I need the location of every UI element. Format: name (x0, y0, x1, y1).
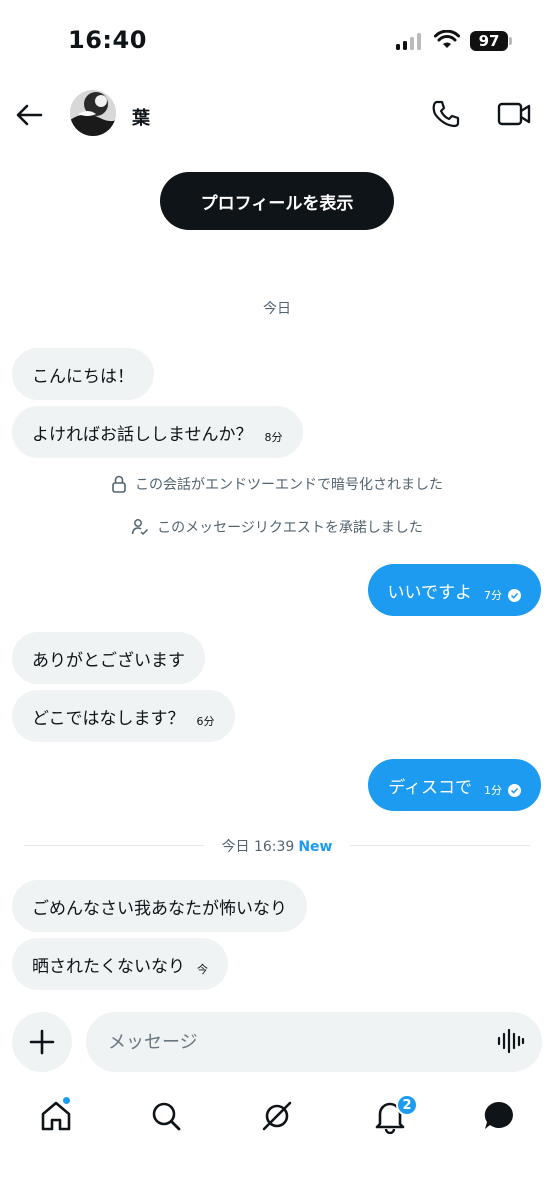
message-meta: 1分 (484, 782, 521, 798)
back-arrow-icon[interactable] (14, 100, 44, 130)
message-input[interactable] (86, 1012, 542, 1072)
search-icon[interactable] (148, 1098, 184, 1134)
message-incoming[interactable]: どこではなします？ 6分 (12, 690, 235, 742)
wifi-icon (434, 30, 460, 48)
message-outgoing[interactable]: ディスコで 1分 (368, 759, 541, 811)
notifications-badge: 2 (396, 1094, 418, 1116)
phone-icon[interactable] (430, 98, 462, 130)
message-incoming[interactable]: こんにちは！ (12, 348, 154, 400)
message-meta: 7分 (484, 587, 521, 603)
request-accepted-notice: このメッセージリクエストを承諾しました (0, 517, 554, 537)
grok-icon[interactable] (259, 1098, 295, 1134)
message-timestamp: 6分 (196, 715, 215, 728)
battery-icon: 97 (470, 31, 508, 51)
new-label: New (298, 839, 333, 855)
message-text: どこではなします？ (32, 708, 185, 729)
message-timestamp: 1分 (484, 784, 502, 797)
divider-time: 今日 16:39 (221, 839, 295, 855)
view-profile-button[interactable]: プロフィールを表示 (160, 172, 394, 230)
message-outgoing[interactable]: いいですよ 7分 (367, 564, 541, 616)
person-check-icon (131, 519, 149, 536)
message-text: ごめんなさい我あなたが怖いなり (32, 898, 287, 919)
voice-message-icon[interactable] (497, 1027, 525, 1055)
message-incoming[interactable]: 晒されたくないなり 今 (12, 938, 228, 990)
message-text: いいですよ (387, 582, 473, 603)
lock-icon (112, 475, 126, 493)
read-check-icon (508, 588, 521, 602)
new-messages-divider: 今日 16:39 New (0, 836, 554, 856)
encryption-notice: この会話がエンドツーエンドで暗号化されました (0, 474, 554, 494)
home-badge-dot (62, 1096, 71, 1105)
avatar[interactable] (70, 90, 116, 136)
message-incoming[interactable]: ごめんなさい我あなたが怖いなり (12, 880, 307, 932)
message-text: ありがとございます (32, 650, 185, 671)
date-label: 今日 (263, 301, 291, 317)
message-text: 晒されたくないなり (32, 956, 185, 977)
message-incoming[interactable]: ありがとございます (12, 632, 205, 684)
contact-name[interactable]: 葉 (132, 104, 150, 130)
message-text: よければお話ししませんか？ (32, 424, 253, 445)
message-text: こんにちは！ (32, 366, 134, 387)
encryption-text: この会話がエンドツーエンドで暗号化されました (135, 477, 443, 493)
request-accepted-text: このメッセージリクエストを承諾しました (157, 520, 423, 536)
message-timestamp: 今 (197, 963, 208, 976)
plus-icon (29, 1029, 55, 1055)
messages-icon[interactable] (481, 1098, 517, 1134)
battery-tip (509, 37, 512, 45)
message-timestamp: 7分 (484, 589, 502, 602)
add-media-button[interactable] (12, 1012, 72, 1072)
message-text: ディスコで (388, 777, 472, 798)
status-time: 16:40 (68, 26, 147, 54)
message-timestamp: 8分 (264, 431, 283, 444)
read-check-icon (508, 783, 521, 797)
message-incoming[interactable]: よければお話ししませんか？ 8分 (12, 406, 303, 458)
video-call-icon[interactable] (496, 98, 532, 130)
cellular-signal-icon (396, 32, 421, 50)
